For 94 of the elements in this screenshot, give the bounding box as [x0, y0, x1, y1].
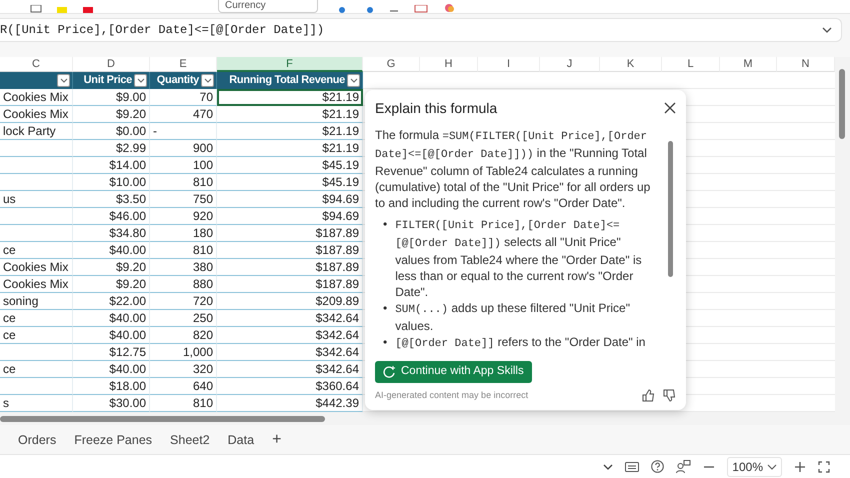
table-cell: ce	[0, 327, 73, 344]
table-cell: 750	[150, 191, 217, 208]
table-cell: 820	[150, 327, 217, 344]
table-cell: $94.69	[217, 191, 363, 208]
sheet-tab[interactable]: Sheet2	[170, 430, 210, 450]
sheet-tab[interactable]: Freeze Panes	[74, 430, 152, 450]
table-cell: 180	[150, 225, 217, 242]
column-header[interactable]: J	[540, 57, 600, 72]
table-cell: $3.50	[73, 191, 150, 208]
table-cell: Cookies Mix	[0, 276, 73, 293]
table-cell: $34.80	[73, 225, 150, 242]
table-cell: Cookies Mix	[0, 89, 73, 106]
table-cell: 250	[150, 310, 217, 327]
column-header[interactable]: H	[420, 57, 478, 72]
table-cell: 320	[150, 361, 217, 378]
table-cell: $342.64	[217, 361, 363, 378]
column-header[interactable]: G	[363, 57, 420, 72]
formula-bar[interactable]: R([Unit Price],[Order Date]<=[@[Order Date]])	[0, 18, 842, 42]
table-header: Unit Price	[73, 72, 150, 89]
table-cell: $0.00	[73, 123, 150, 140]
column-header[interactable]: L	[662, 57, 720, 72]
table-header: Quantity	[150, 72, 217, 89]
column-header[interactable]: I	[478, 57, 540, 72]
table-cell: $360.64	[217, 378, 363, 395]
table-cell: Cookies Mix	[0, 259, 73, 276]
table-cell: $9.20	[73, 106, 150, 123]
table-cell: 810	[150, 174, 217, 191]
column-header[interactable]: M	[720, 57, 777, 72]
table-cell: soning	[0, 293, 73, 310]
table-cell: $9.20	[73, 276, 150, 293]
table-cell: 470	[150, 106, 217, 123]
table-cell: ce	[0, 310, 73, 327]
table-cell: $187.89	[217, 225, 363, 242]
disclaimer-text: AI-generated content may be incorrect	[375, 388, 528, 402]
column-header[interactable]: F	[217, 57, 363, 72]
column-header[interactable]: K	[600, 57, 662, 72]
table-cell: -	[150, 123, 217, 140]
table-cell: $14.00	[73, 157, 150, 174]
table-cell: $209.89	[217, 293, 363, 310]
table-cell: 100	[150, 157, 217, 174]
table-cell: 640	[150, 378, 217, 395]
zoom-dropdown[interactable]: 100%	[727, 456, 782, 476]
bullet-marker: •	[383, 334, 388, 351]
table-cell: lock Party	[0, 123, 73, 140]
table-cell: $10.00	[73, 174, 150, 191]
table-cell: 380	[150, 259, 217, 276]
table-cell: $22.00	[73, 293, 150, 310]
table-cell: $187.89	[217, 276, 363, 293]
table-cell: $9.00	[73, 89, 150, 106]
table-cell: $45.19	[217, 157, 363, 174]
table-cell: 920	[150, 208, 217, 225]
table-cell: $21.19	[217, 140, 363, 157]
table-cell: $342.64	[217, 310, 363, 327]
table-cell: 880	[150, 276, 217, 293]
bullet-item: FILTER([Unit Price],[Order Date]<= [@[Order Date]]) selects all "Unit Price" values from Table24 where the "Order Date" is less than or equal to the current row's "Order Date".	[395, 218, 643, 300]
table-cell: $342.64	[217, 327, 363, 344]
table-cell: $21.19	[217, 89, 363, 106]
table-cell: $40.00	[73, 310, 150, 327]
bullet-item: [@[Order Date]] refers to the "Order Date" in	[395, 334, 646, 352]
table-cell: $21.19	[217, 123, 363, 140]
add-sheet-button[interactable]: +	[272, 428, 282, 452]
table-cell: $187.89	[217, 242, 363, 259]
bullet-marker: •	[383, 216, 388, 233]
table-cell: $45.19	[217, 174, 363, 191]
table-cell: $94.69	[217, 208, 363, 225]
table-cell: $40.00	[73, 242, 150, 259]
continue-button[interactable]: Continue with App Skills	[375, 361, 532, 382]
table-cell: $187.89	[217, 259, 363, 276]
table-cell: $9.20	[73, 259, 150, 276]
table-cell: $2.99	[73, 140, 150, 157]
bullet-marker: •	[383, 300, 388, 317]
table-cell: 810	[150, 242, 217, 259]
explanation-text: The formula =SUM(FILTER([Unit Price],[Order Date]<=[@[Order Date]])) in the "Running Total Revenue" column of Table24 calculates a running (cumulative) total of the "Unit Price" for all orders up to and including the current row's "Order Date".	[375, 126, 652, 211]
table-cell: $40.00	[73, 361, 150, 378]
table-cell: 1,000	[150, 344, 217, 361]
table-cell: $18.00	[73, 378, 150, 395]
table-cell: ce	[0, 361, 73, 378]
table-cell: $46.00	[73, 208, 150, 225]
table-cell: $21.19	[217, 106, 363, 123]
number-format-dropdown[interactable]: Currency	[218, 0, 318, 13]
panel-title: Explain this formula	[375, 100, 498, 117]
table-cell: $342.64	[217, 344, 363, 361]
table-cell: $12.75	[73, 344, 150, 361]
table-cell: Cookies Mix	[0, 106, 73, 123]
table-cell: ce	[0, 242, 73, 259]
table-cell: 70	[150, 89, 217, 106]
table-cell: us	[0, 191, 73, 208]
sheet-tab[interactable]: Orders	[18, 430, 56, 450]
table-cell: $40.00	[73, 327, 150, 344]
bullet-item: SUM(...) adds up these filtered "Unit Price" values.	[395, 300, 631, 334]
table-cell: 720	[150, 293, 217, 310]
table-header: Running Total Revenue	[217, 72, 363, 89]
sheet-tab[interactable]: Data	[228, 430, 254, 450]
table-cell: 900	[150, 140, 217, 157]
